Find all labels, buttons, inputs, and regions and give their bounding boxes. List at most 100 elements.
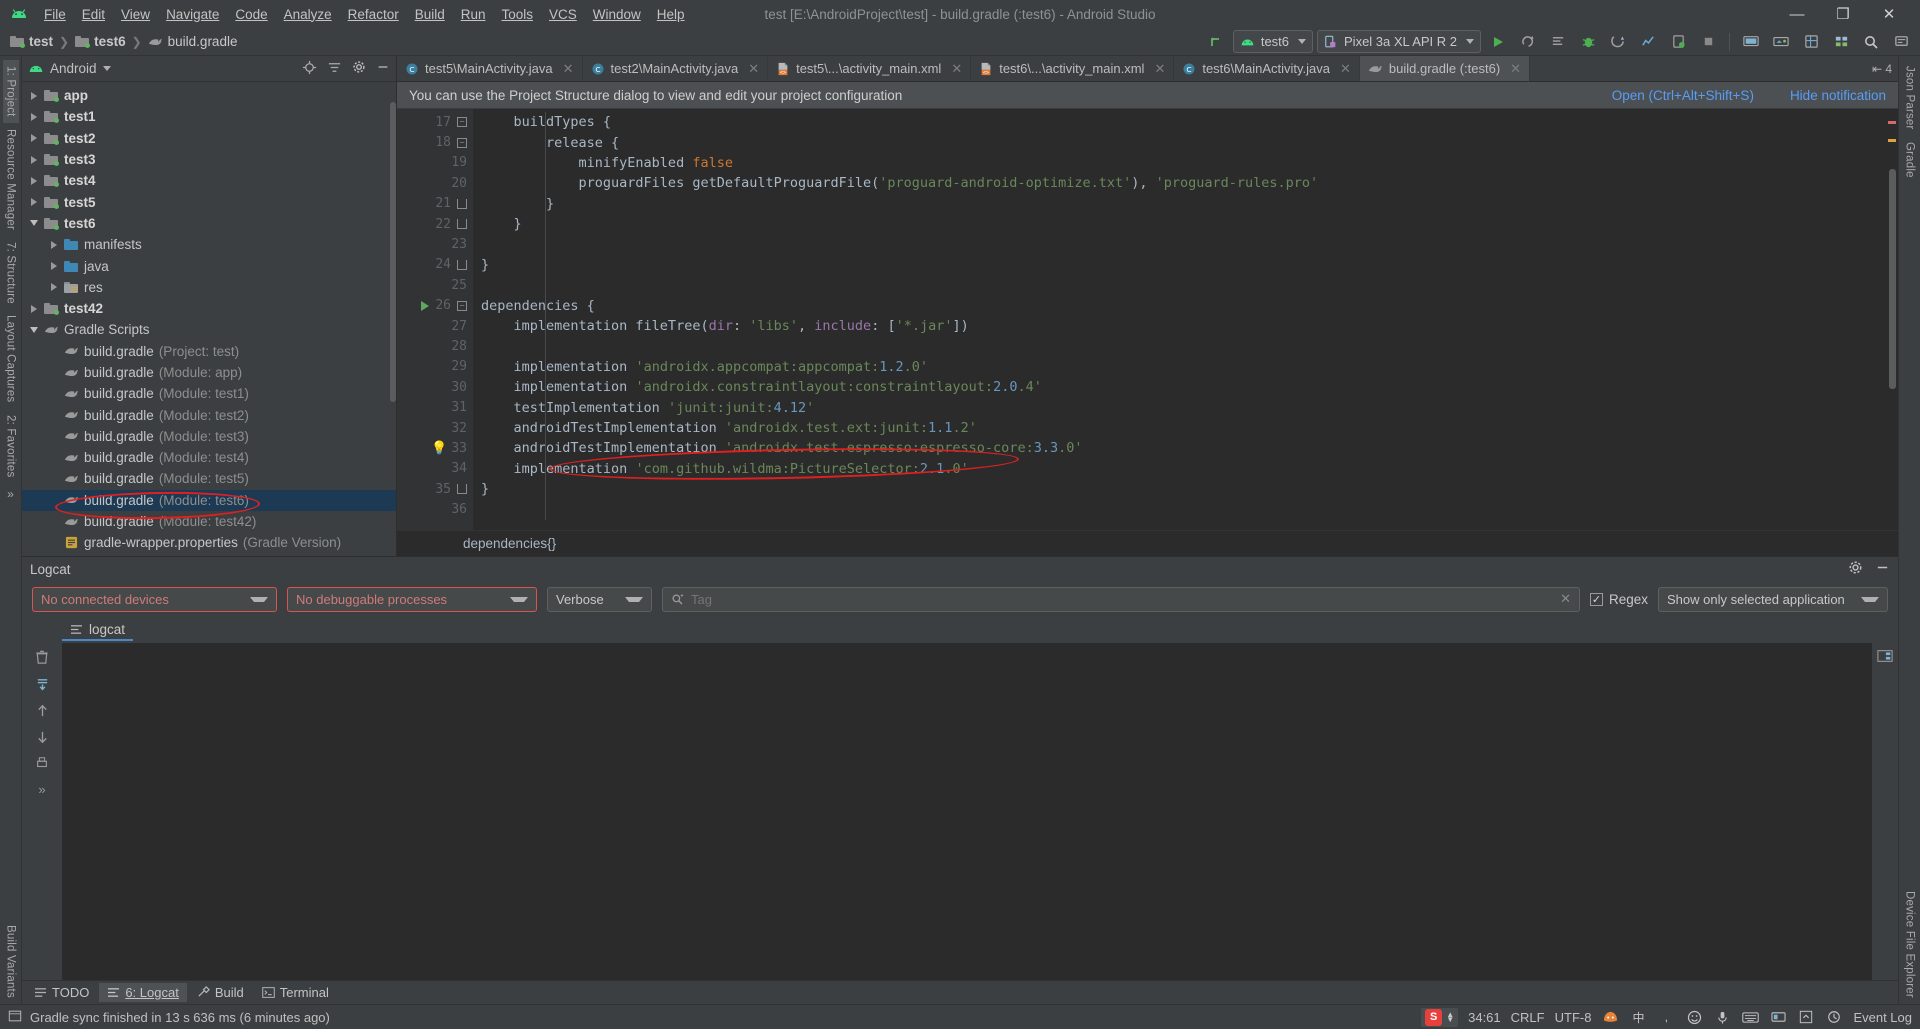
fold-end-icon[interactable] [457,198,467,209]
smiley-icon[interactable] [1685,1008,1703,1026]
editor-tab[interactable]: Ctest2\MainActivity.java ✕ [583,56,769,81]
tree-row[interactable]: build.gradle (Module: test42) [22,511,396,532]
run-configuration-selector[interactable]: test6 [1232,30,1314,53]
gutter-line[interactable]: 34 [397,459,473,479]
close-tab-icon[interactable]: ✕ [1154,61,1165,77]
fold-collapse-icon[interactable]: − [457,137,467,148]
tree-row[interactable]: build.gradle (Module: test5) [22,468,396,489]
fold-collapse-icon[interactable]: − [457,117,467,128]
chevron-right-icon[interactable] [46,262,62,271]
device-manager-icon[interactable] [1665,30,1691,54]
tree-row[interactable]: test2 [22,128,396,149]
print-icon[interactable] [35,756,49,773]
more-tools-icon[interactable]: » [7,483,14,505]
code-line[interactable]: } [473,214,1898,234]
more-icon[interactable]: » [38,782,45,797]
editor-breadcrumb[interactable]: dependencies{} [397,530,1898,556]
gutter-line[interactable]: 23 [397,234,473,254]
gutter-line[interactable]: 20 [397,173,473,193]
code-line[interactable]: implementation 'androidx.appcompat:appco… [473,357,1898,377]
locate-icon[interactable] [302,60,317,78]
chevron-down-icon[interactable] [102,66,111,71]
chevron-right-icon[interactable] [26,176,42,185]
tree-row[interactable]: res [22,277,396,298]
menu-help[interactable]: Help [649,5,693,24]
minimize-icon[interactable] [1875,560,1890,578]
ime-indicator[interactable]: S ▲ ▼ [1421,1007,1459,1027]
run-button[interactable] [1485,30,1511,54]
mic-icon[interactable] [1713,1008,1731,1026]
avd-manager-icon[interactable] [1738,30,1764,54]
status-icon[interactable] [8,1009,22,1026]
process-dropdown[interactable]: No debuggable processes [287,586,537,612]
chevron-right-icon[interactable] [26,198,42,207]
editor-tab[interactable]: <> test5\...\activity_main.xml ✕ [768,56,972,81]
gutter-line[interactable]: 27 [397,316,473,336]
tree-row[interactable]: build.gradle (Module: test3) [22,426,396,447]
gutter-line[interactable]: 29 [397,357,473,377]
menu-code[interactable]: Code [227,5,275,24]
log-level-dropdown[interactable]: Verbose [547,586,652,612]
caret-position[interactable]: 34:61 [1468,1010,1501,1025]
stop-icon[interactable] [1695,30,1721,54]
editor-tab[interactable]: build.gradle (:test6) ✕ [1359,56,1531,81]
gutter-line[interactable]: 💡 33 [397,438,473,458]
maximize-button[interactable]: ❐ [1820,0,1866,28]
device-dropdown[interactable]: No connected devices [32,586,277,612]
tree-row[interactable]: gradle-wrapper.properties (Gradle Version… [22,532,396,553]
tree-row[interactable]: test5 [22,191,396,212]
code-line[interactable]: proguardFiles getDefaultProguardFile('pr… [473,173,1898,193]
sidebar-item-build-variants[interactable]: Build Variants [3,919,19,1004]
code-content[interactable]: buildTypes { release { minifyEnabled fal… [473,109,1898,530]
menu-analyze[interactable]: Analyze [276,5,340,24]
file-encoding[interactable]: UTF-8 [1555,1010,1592,1025]
gutter-line[interactable]: 32 [397,418,473,438]
code-line[interactable]: implementation 'com.github.wildma:Pictur… [473,459,1898,479]
project-structure-icon[interactable] [1828,30,1854,54]
code-editor[interactable]: 17−18−19 20 21 22 23 24 25 26−27 28 29 30 31 32 💡 33 34… [397,109,1898,530]
menu-build[interactable]: Build [407,5,453,24]
gear-icon[interactable] [352,60,366,77]
close-tab-icon[interactable]: ✕ [563,61,574,77]
clear-icon[interactable] [35,650,49,668]
close-button[interactable]: ✕ [1866,0,1912,28]
error-stripe-mark[interactable] [1888,121,1896,124]
notifications-icon[interactable] [1888,30,1914,54]
code-line[interactable] [473,234,1898,254]
open-project-structure-link[interactable]: Open (Ctrl+Alt+Shift+S) [1612,88,1754,103]
code-line[interactable]: } [473,194,1898,214]
debug-icon[interactable] [1575,30,1601,54]
code-line[interactable] [473,336,1898,356]
profiler-icon[interactable] [1635,30,1661,54]
menu-view[interactable]: View [113,5,158,24]
sdk-manager-icon[interactable] [1768,30,1794,54]
fold-end-icon[interactable] [457,219,467,230]
bottom-item-terminal[interactable]: Terminal [254,983,337,1002]
chevron-right-icon[interactable] [46,283,62,292]
chevron-right-icon[interactable] [26,155,42,164]
collapse-all-icon[interactable] [327,60,342,78]
project-scrollbar[interactable] [390,102,396,402]
gutter-line[interactable]: 31 [397,397,473,417]
code-line[interactable]: testImplementation 'junit:junit:4.12' [473,397,1898,417]
breadcrumb-test6[interactable]: test6 [71,33,130,50]
menu-file[interactable]: File [36,5,74,24]
editor-gutter[interactable]: 17−18−19 20 21 22 23 24 25 26−27 28 29 30 31 32 💡 33 34… [397,109,473,530]
gutter-line[interactable]: 35 [397,479,473,499]
menu-window[interactable]: Window [585,5,649,24]
tab-overflow-indicator[interactable]: ⇤ 4 [1866,56,1898,81]
chevron-right-icon[interactable] [46,240,62,249]
tree-row[interactable]: build.gradle (Module: test4) [22,447,396,468]
filter-dropdown[interactable]: Show only selected application [1658,586,1888,612]
sidebar-item-gradle[interactable]: Gradle [1902,136,1918,184]
fold-end-icon[interactable] [457,259,467,270]
code-line[interactable]: dependencies { [473,296,1898,316]
hide-icon[interactable] [376,60,390,77]
tree-row[interactable]: manifests [22,234,396,255]
breadcrumb-test[interactable]: test [6,33,57,50]
sidebar-item-layout-captures[interactable]: Layout Captures [3,309,19,408]
intention-bulb-icon[interactable]: 💡 [431,441,447,456]
keyboard-icon[interactable] [1741,1008,1759,1026]
sidebar-item-favorites[interactable]: 2: Favorites [3,409,19,483]
tree-row[interactable]: build.gradle (Project: test) [22,341,396,362]
